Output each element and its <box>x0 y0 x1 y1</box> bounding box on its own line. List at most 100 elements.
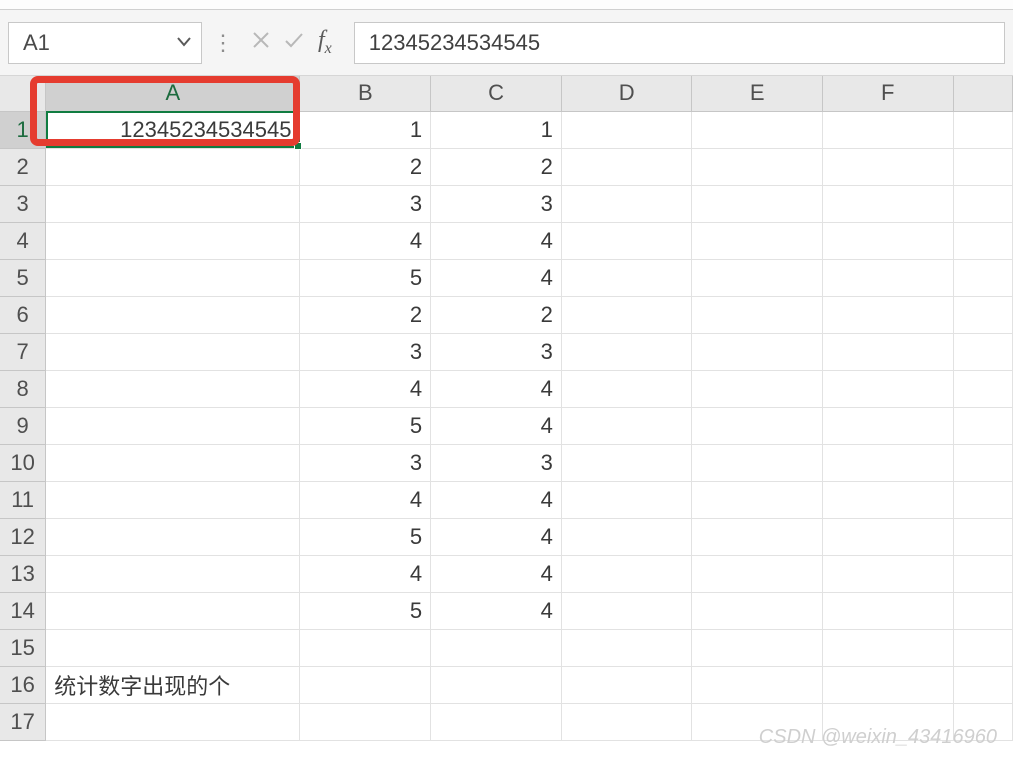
cell-B4[interactable]: 4 <box>300 222 431 259</box>
cell-B10[interactable]: 3 <box>300 444 431 481</box>
row-header-13[interactable]: 13 <box>0 555 46 592</box>
cell-G8[interactable] <box>953 370 1013 407</box>
cell-G9[interactable] <box>953 407 1013 444</box>
cell-F4[interactable] <box>822 222 953 259</box>
cell-A15[interactable] <box>46 629 300 666</box>
cell-G1[interactable] <box>953 111 1013 148</box>
row-header-4[interactable]: 4 <box>0 222 46 259</box>
fx-icon[interactable]: fx <box>318 27 332 58</box>
cell-D9[interactable] <box>561 407 692 444</box>
cell-B14[interactable]: 5 <box>300 592 431 629</box>
cell-C13[interactable]: 4 <box>431 555 562 592</box>
cell-D7[interactable] <box>561 333 692 370</box>
cell-B9[interactable]: 5 <box>300 407 431 444</box>
cell-G12[interactable] <box>953 518 1013 555</box>
cell-D6[interactable] <box>561 296 692 333</box>
cell-C15[interactable] <box>431 629 562 666</box>
cell-B2[interactable]: 2 <box>300 148 431 185</box>
cell-F14[interactable] <box>822 592 953 629</box>
cell-D11[interactable] <box>561 481 692 518</box>
cell-F11[interactable] <box>822 481 953 518</box>
cell-E13[interactable] <box>692 555 823 592</box>
cell-C16[interactable] <box>431 666 562 703</box>
cell-D8[interactable] <box>561 370 692 407</box>
cell-A4[interactable] <box>46 222 300 259</box>
cell-D2[interactable] <box>561 148 692 185</box>
cell-C4[interactable]: 4 <box>431 222 562 259</box>
cell-E16[interactable] <box>692 666 823 703</box>
cell-C1[interactable]: 1 <box>431 111 562 148</box>
cell-A13[interactable] <box>46 555 300 592</box>
cell-E6[interactable] <box>692 296 823 333</box>
cell-C7[interactable]: 3 <box>431 333 562 370</box>
row-header-8[interactable]: 8 <box>0 370 46 407</box>
cell-B17[interactable] <box>300 703 431 740</box>
row-header-16[interactable]: 16 <box>0 666 46 703</box>
column-header-D[interactable]: D <box>561 76 692 111</box>
cell-D1[interactable] <box>561 111 692 148</box>
name-box[interactable]: A1 <box>8 22 202 64</box>
cell-C6[interactable]: 2 <box>431 296 562 333</box>
cell-E7[interactable] <box>692 333 823 370</box>
cell-D5[interactable] <box>561 259 692 296</box>
cell-F6[interactable] <box>822 296 953 333</box>
enter-icon[interactable] <box>284 29 304 55</box>
row-header-2[interactable]: 2 <box>0 148 46 185</box>
cell-D17[interactable] <box>561 703 692 740</box>
cell-B15[interactable] <box>300 629 431 666</box>
cell-B12[interactable]: 5 <box>300 518 431 555</box>
column-header-B[interactable]: B <box>300 76 431 111</box>
column-header-G[interactable] <box>953 76 1013 111</box>
cell-G14[interactable] <box>953 592 1013 629</box>
cell-F10[interactable] <box>822 444 953 481</box>
cell-G5[interactable] <box>953 259 1013 296</box>
cell-C9[interactable]: 4 <box>431 407 562 444</box>
row-header-1[interactable]: 1 <box>0 111 46 148</box>
cell-D3[interactable] <box>561 185 692 222</box>
cell-A6[interactable] <box>46 296 300 333</box>
row-header-3[interactable]: 3 <box>0 185 46 222</box>
cell-F17[interactable] <box>822 703 953 740</box>
cell-F15[interactable] <box>822 629 953 666</box>
formula-input[interactable]: 12345234534545 <box>354 22 1005 64</box>
cell-A12[interactable] <box>46 518 300 555</box>
cell-C8[interactable]: 4 <box>431 370 562 407</box>
cell-D4[interactable] <box>561 222 692 259</box>
cell-A2[interactable] <box>46 148 300 185</box>
cell-A8[interactable] <box>46 370 300 407</box>
cell-A7[interactable] <box>46 333 300 370</box>
cell-A9[interactable] <box>46 407 300 444</box>
row-header-9[interactable]: 9 <box>0 407 46 444</box>
cell-G4[interactable] <box>953 222 1013 259</box>
cell-A3[interactable] <box>46 185 300 222</box>
column-header-F[interactable]: F <box>822 76 953 111</box>
cell-E12[interactable] <box>692 518 823 555</box>
chevron-down-icon[interactable] <box>177 34 191 52</box>
cell-A16[interactable]: 统计数字出现的个 <box>46 666 300 703</box>
cell-B16[interactable] <box>300 666 431 703</box>
cell-D13[interactable] <box>561 555 692 592</box>
cell-G17[interactable] <box>953 703 1013 740</box>
row-header-7[interactable]: 7 <box>0 333 46 370</box>
cell-E17[interactable] <box>692 703 823 740</box>
cell-F3[interactable] <box>822 185 953 222</box>
cell-A1[interactable]: 12345234534545 <box>46 111 300 148</box>
cell-D14[interactable] <box>561 592 692 629</box>
cell-F8[interactable] <box>822 370 953 407</box>
cell-F2[interactable] <box>822 148 953 185</box>
row-header-17[interactable]: 17 <box>0 703 46 740</box>
cell-A14[interactable] <box>46 592 300 629</box>
row-header-15[interactable]: 15 <box>0 629 46 666</box>
cell-B7[interactable]: 3 <box>300 333 431 370</box>
cell-B5[interactable]: 5 <box>300 259 431 296</box>
cell-F7[interactable] <box>822 333 953 370</box>
cell-G3[interactable] <box>953 185 1013 222</box>
cell-G7[interactable] <box>953 333 1013 370</box>
cell-G10[interactable] <box>953 444 1013 481</box>
column-header-A[interactable]: A <box>46 76 300 111</box>
cell-B13[interactable]: 4 <box>300 555 431 592</box>
cell-G16[interactable] <box>953 666 1013 703</box>
cell-E5[interactable] <box>692 259 823 296</box>
cell-C3[interactable]: 3 <box>431 185 562 222</box>
cell-B3[interactable]: 3 <box>300 185 431 222</box>
